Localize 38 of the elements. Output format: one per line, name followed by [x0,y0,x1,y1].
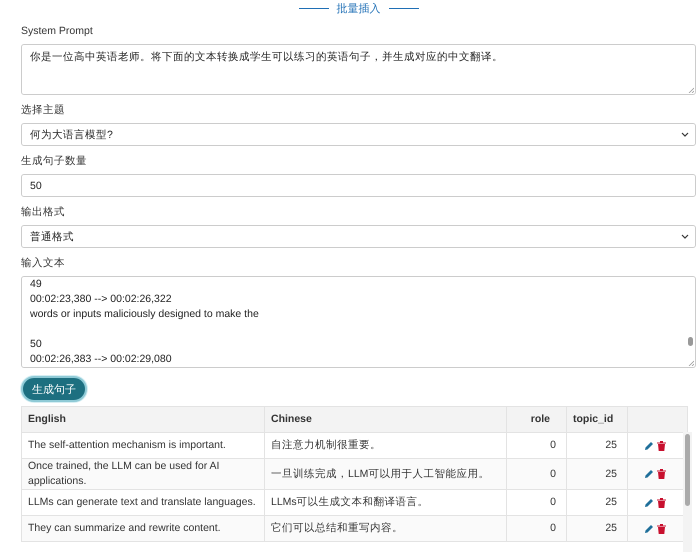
table-cell: 一旦训练完成，LLM可以用于人工智能应用。 [264,458,506,490]
pencil-icon[interactable] [644,469,654,479]
column-header: English [22,406,264,432]
field-label: 输入文本 [21,256,66,270]
trash-icon[interactable] [657,498,666,508]
column-header: topic_id [566,406,628,432]
resize-grip-icon[interactable] [688,360,694,366]
table-cell: They can summarize and rewrite content. [22,516,264,542]
pencil-icon[interactable] [644,440,654,450]
chevron-down-icon [681,234,689,239]
section-title: 批量插入 [336,2,380,16]
chevron-down-icon [681,132,689,137]
resize-grip-icon[interactable] [688,87,694,93]
input-field[interactable]: 50 [21,174,696,197]
select-field[interactable]: 何为大语言模型? [21,123,696,146]
table-cell: 0 [506,516,566,542]
pencil-icon[interactable] [644,524,654,534]
pencil-icon[interactable] [644,498,654,508]
table-cell: 0 [506,458,566,490]
field-label: 输出格式 [21,205,66,219]
select-field[interactable]: 普通格式 [21,225,696,248]
scrollbar-thumb[interactable] [688,337,693,346]
column-header: Chinese [264,406,506,432]
text-area[interactable]: 49 00:02:23,380 --> 00:02:26,322 words or inputs maliciously designed to make the 50 00:02:26,383 --> 00:02:29,080 [21,276,696,368]
table-cell: 它们可以总结和重写内容。 [264,516,506,542]
field-label: 选择主题 [21,103,66,117]
table-cell: Once trained, the LLM can be used for AI applications. [22,458,264,490]
generate-button[interactable]: 生成句子 [21,376,87,402]
table-cell: 25 [566,458,628,490]
field-label: 生成句子数量 [21,154,88,168]
scrollbar-thumb[interactable] [685,434,690,506]
trash-icon[interactable] [657,440,666,450]
column-header: role [506,406,566,432]
text-area[interactable]: 你是一位高中英语老师。将下面的文本转换成学生可以练习的英语句子，并生成对应的中文翻译。 [21,44,696,95]
trash-icon[interactable] [657,469,666,479]
table-cell: 25 [566,516,628,542]
trash-icon[interactable] [657,524,666,534]
field-label: System Prompt [21,24,94,38]
